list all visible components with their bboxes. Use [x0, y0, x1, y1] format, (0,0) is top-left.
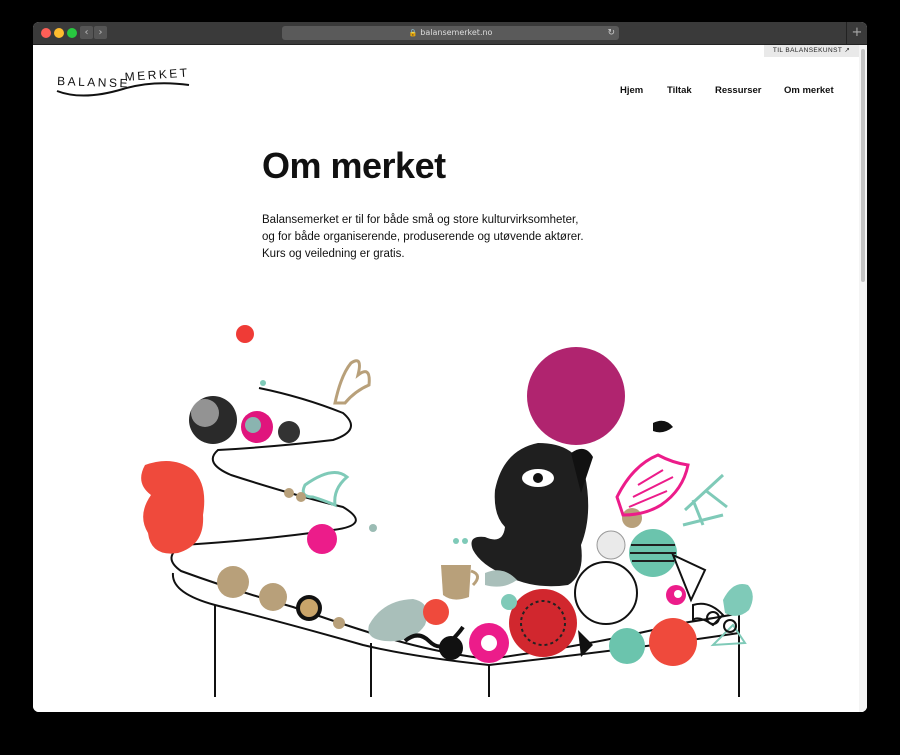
close-window-button[interactable]: [41, 28, 51, 38]
browser-window: ‹ › 🔒 balansemerket.no ↻ + TIL BALANSEKUN…: [33, 22, 867, 712]
balance-illustration: [141, 325, 753, 697]
red-blob: [141, 461, 205, 554]
scrollbar-thumb[interactable]: [861, 49, 865, 282]
white-circle: [574, 561, 638, 625]
page-scrollbar[interactable]: [859, 45, 867, 712]
address-bar[interactable]: 🔒 balansemerket.no ↻: [282, 26, 619, 40]
history-buttons: ‹ ›: [80, 26, 107, 39]
magenta-circle: [527, 347, 625, 445]
pink-outline-shape: [615, 453, 690, 517]
lock-icon: 🔒: [408, 29, 418, 37]
magenta-ball: [307, 524, 337, 554]
teal-blob-right: [723, 584, 753, 616]
minimize-window-button[interactable]: [54, 28, 64, 38]
plus-icon[interactable]: +: [846, 22, 867, 44]
red-dot: [236, 325, 254, 343]
zoom-window-button[interactable]: [67, 28, 77, 38]
black-figure: [471, 443, 589, 587]
tan-ball-1: [217, 566, 249, 598]
browser-titlebar: ‹ › 🔒 balansemerket.no ↻ +: [33, 22, 867, 45]
chevron-left-icon[interactable]: ‹: [80, 26, 93, 39]
reload-icon[interactable]: ↻: [607, 26, 615, 40]
chevron-right-icon[interactable]: ›: [94, 26, 107, 39]
url-text: balansemerket.no: [420, 28, 493, 37]
tan-cup: [441, 565, 471, 600]
red-ball-right: [649, 618, 697, 666]
red-textured-circle: [509, 589, 577, 657]
web-page: TIL BALANSEKUNST ↗ BALANSE MERKET Hjem T…: [33, 45, 867, 712]
